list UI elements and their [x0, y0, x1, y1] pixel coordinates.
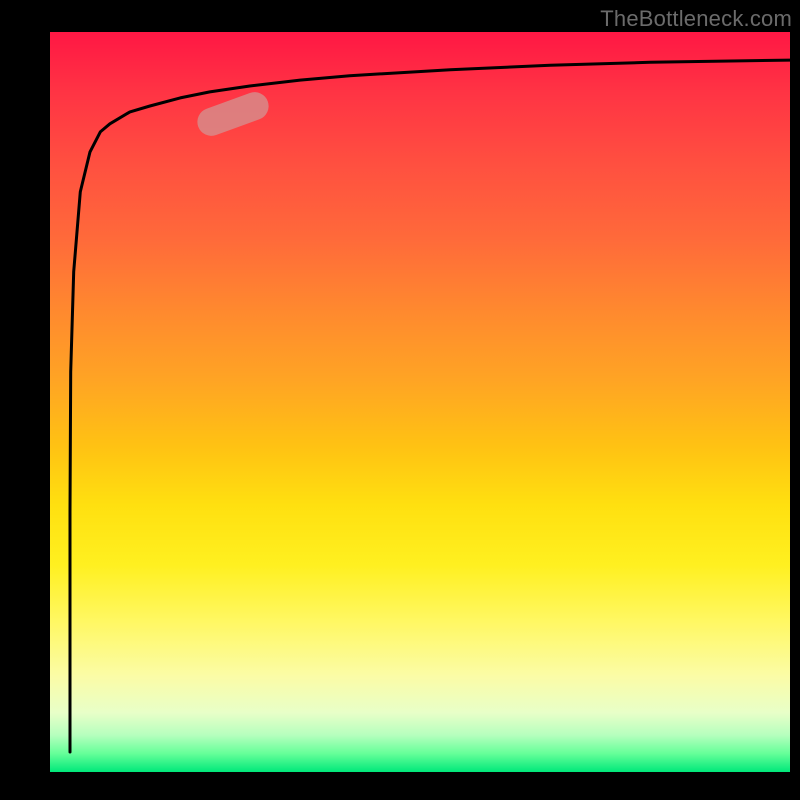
attribution-label: TheBottleneck.com	[600, 6, 792, 32]
curve-layer	[50, 32, 790, 772]
bottleneck-curve	[70, 60, 790, 752]
plot-frame	[50, 32, 790, 772]
chart-container: TheBottleneck.com	[0, 0, 800, 800]
